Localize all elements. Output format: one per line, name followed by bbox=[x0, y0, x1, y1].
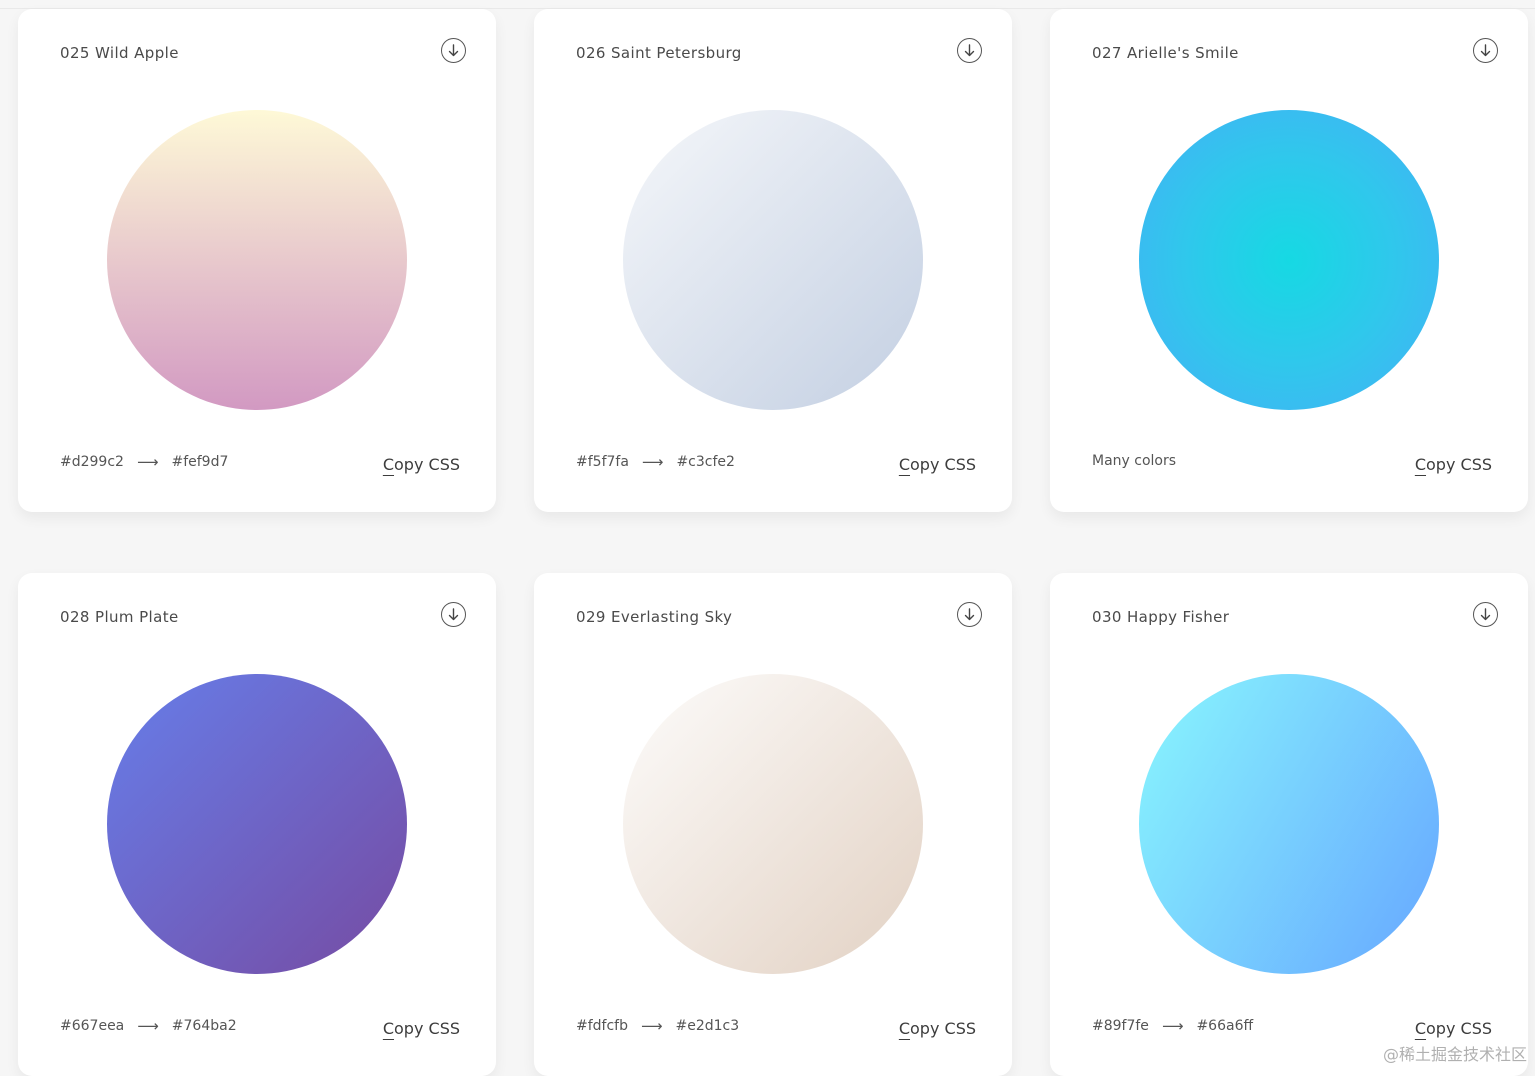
download-icon[interactable] bbox=[957, 602, 982, 627]
gradient-card-everlasting-sky: 029 Everlasting Sky #fdfcfb ⟶ #e2d1c3 Co… bbox=[534, 573, 1012, 1076]
copy-css-button[interactable]: Copy CSS bbox=[383, 1019, 460, 1038]
color-to: #c3cfe2 bbox=[676, 454, 735, 470]
arrow-right-icon: ⟶ bbox=[641, 453, 664, 471]
download-icon[interactable] bbox=[441, 602, 466, 627]
download-icon[interactable] bbox=[1473, 602, 1498, 627]
gradient-swatch bbox=[623, 110, 923, 410]
color-codes: #d299c2 ⟶ #fef9d7 bbox=[60, 453, 228, 471]
download-icon[interactable] bbox=[1473, 38, 1498, 63]
color-from: #f5f7fa bbox=[576, 454, 629, 470]
color-to: #66a6ff bbox=[1196, 1018, 1254, 1034]
gradient-card-plum-plate: 028 Plum Plate #667eea ⟶ #764ba2 Copy CS… bbox=[18, 573, 496, 1076]
gradient-swatch bbox=[107, 110, 407, 410]
copy-css-button[interactable]: Copy CSS bbox=[899, 1019, 976, 1038]
color-codes: #fdfcfb ⟶ #e2d1c3 bbox=[576, 1017, 739, 1035]
card-title: 028 Plum Plate bbox=[60, 608, 179, 626]
color-to: #e2d1c3 bbox=[675, 1018, 740, 1034]
card-title: 026 Saint Petersburg bbox=[576, 44, 742, 62]
color-codes: Many colors bbox=[1092, 453, 1176, 469]
gradient-card-saint-petersburg: 026 Saint Petersburg #f5f7fa ⟶ #c3cfe2 C… bbox=[534, 9, 1012, 512]
many-colors-label: Many colors bbox=[1092, 453, 1177, 469]
color-codes: #f5f7fa ⟶ #c3cfe2 bbox=[576, 453, 735, 471]
color-codes: #89f7fe ⟶ #66a6ff bbox=[1092, 1017, 1253, 1035]
color-to: #764ba2 bbox=[171, 1018, 237, 1034]
download-icon[interactable] bbox=[957, 38, 982, 63]
card-title: 030 Happy Fisher bbox=[1092, 608, 1230, 626]
gradient-card-wild-apple: 025 Wild Apple #d299c2 ⟶ #fef9d7 Copy CS… bbox=[18, 9, 496, 512]
copy-css-button[interactable]: Copy CSS bbox=[899, 455, 976, 474]
gradient-swatch bbox=[1139, 674, 1439, 974]
gradient-swatch bbox=[1139, 110, 1439, 410]
card-title: 025 Wild Apple bbox=[60, 44, 179, 62]
gradient-swatch bbox=[107, 674, 407, 974]
gradient-card-arielles-smile: 027 Arielle's Smile Many colors Copy CSS bbox=[1050, 9, 1528, 512]
color-from: #89f7fe bbox=[1092, 1018, 1149, 1034]
download-icon[interactable] bbox=[441, 38, 466, 63]
color-from: #667eea bbox=[60, 1018, 125, 1034]
color-from: #d299c2 bbox=[60, 454, 124, 470]
arrow-right-icon: ⟶ bbox=[137, 1017, 159, 1035]
gradient-card-happy-fisher: 030 Happy Fisher #89f7fe ⟶ #66a6ff Copy … bbox=[1050, 573, 1528, 1076]
card-title: 027 Arielle's Smile bbox=[1092, 44, 1239, 62]
watermark: @稀土掘金技术社区 bbox=[1382, 1045, 1527, 1064]
arrow-right-icon: ⟶ bbox=[641, 1017, 663, 1035]
arrow-right-icon: ⟶ bbox=[1161, 1017, 1184, 1035]
color-from: #fdfcfb bbox=[576, 1018, 628, 1034]
card-title: 029 Everlasting Sky bbox=[576, 608, 733, 626]
copy-css-button[interactable]: Copy CSS bbox=[1415, 455, 1492, 474]
gradient-swatch bbox=[623, 674, 923, 974]
color-codes: #667eea ⟶ #764ba2 bbox=[60, 1017, 237, 1035]
copy-css-button[interactable]: Copy CSS bbox=[1415, 1019, 1492, 1038]
color-to: #fef9d7 bbox=[171, 454, 229, 470]
copy-css-button[interactable]: Copy CSS bbox=[383, 455, 460, 474]
arrow-right-icon: ⟶ bbox=[136, 453, 159, 471]
